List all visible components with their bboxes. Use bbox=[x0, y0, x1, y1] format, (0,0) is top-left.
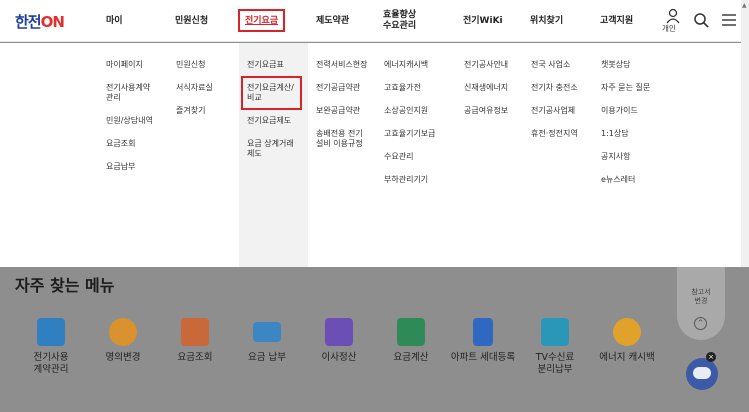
card-icon bbox=[253, 322, 281, 342]
quick-item-label: 요금 납부 bbox=[248, 352, 286, 363]
user-label[interactable]: 개인 bbox=[662, 23, 676, 34]
quick-item-label: 명의변경 bbox=[105, 352, 141, 363]
apartment-icon bbox=[473, 318, 493, 346]
menu-item[interactable]: 전국 사업소 bbox=[531, 60, 578, 70]
menu-item[interactable]: 요금조회 bbox=[106, 139, 153, 149]
quick-item-label: 에너지 캐시백 bbox=[599, 352, 655, 363]
nav-highlight-box bbox=[238, 9, 285, 32]
quick-item-label: 요금조회 bbox=[177, 352, 213, 363]
quick-item-tv-fee[interactable]: TV수신료 분리납부 bbox=[519, 318, 591, 376]
menu-item[interactable]: 민원/상담내역 bbox=[106, 116, 153, 126]
menu-column-support: 챗봇상담 자주 묻는 질문 이용가이드 1:1상담 공지사항 e뉴스레터 bbox=[601, 60, 650, 198]
menu-item[interactable]: 공급여유정보 bbox=[464, 106, 508, 116]
submenu-highlight-box bbox=[241, 76, 302, 110]
quick-item-name-change[interactable]: 명의변경 bbox=[87, 318, 159, 364]
menu-item[interactable]: 공지사항 bbox=[601, 152, 650, 162]
menu-item[interactable]: 챗봇상담 bbox=[601, 60, 650, 70]
menu-item[interactable]: 전기차 충전소 bbox=[531, 83, 578, 93]
menu-item[interactable]: 전기공사안내 bbox=[464, 60, 508, 70]
menu-item[interactable]: 전기공사업체 bbox=[531, 106, 578, 116]
quick-item-label: 요금계산 bbox=[393, 352, 429, 363]
contract-icon bbox=[37, 318, 65, 346]
menu-column-efficiency: 에너지캐시백 고효율가전 소상공인지원 고효율기기보급 수요관리 부하관리기기 bbox=[384, 60, 436, 198]
nav-wiki[interactable]: 전기WiKi bbox=[463, 0, 503, 42]
user-icon[interactable] bbox=[665, 8, 681, 24]
quick-item-label: 아파트 세대등록 bbox=[450, 352, 516, 363]
menu-item[interactable]: 전기요금제도 bbox=[247, 116, 294, 126]
bill-icon bbox=[181, 318, 209, 346]
menu-item[interactable]: 고효율가전 bbox=[384, 83, 436, 93]
nav-my[interactable]: 마이 bbox=[106, 0, 123, 42]
menu-item[interactable]: 송배전용 전기 설비 이용규정 bbox=[316, 129, 368, 149]
hamburger-menu-icon[interactable] bbox=[721, 12, 737, 28]
tv-icon bbox=[541, 318, 569, 346]
menu-column-civil: 민원신청 서식자료실 즐겨찾기 bbox=[176, 60, 213, 129]
calendar-icon bbox=[325, 318, 353, 346]
nav-location[interactable]: 위치찾기 bbox=[530, 0, 563, 42]
calculator-icon bbox=[397, 318, 425, 346]
menu-item[interactable]: 전력서비스현장 bbox=[316, 60, 368, 70]
menu-item[interactable]: 즐겨찾기 bbox=[176, 106, 213, 116]
energy-icon bbox=[613, 318, 641, 346]
menu-item[interactable]: 민원신청 bbox=[176, 60, 213, 70]
menu-item[interactable]: 마이페이지 bbox=[106, 60, 153, 70]
quick-item-bill-calc[interactable]: 요금계산 bbox=[375, 318, 447, 364]
menu-item[interactable]: 신재생에너지 bbox=[464, 83, 508, 93]
quick-item-move-settlement[interactable]: 이사정산 bbox=[303, 318, 375, 364]
menu-item[interactable]: 부하관리기기 bbox=[384, 175, 436, 185]
menu-item[interactable]: 이용가이드 bbox=[601, 106, 650, 116]
menu-item[interactable]: e뉴스레터 bbox=[601, 175, 650, 185]
menu-item[interactable]: 1:1상담 bbox=[601, 129, 650, 139]
menu-column-location: 전국 사업소 전기차 충전소 전기공사업체 휴전·정전지역 bbox=[531, 60, 578, 152]
nav-efficiency[interactable]: 효율향상 수요관리 bbox=[383, 0, 416, 42]
quick-item-energy-cashback[interactable]: 에너지 캐시백 bbox=[591, 318, 663, 364]
floating-label[interactable]: 참고서 변경 bbox=[677, 288, 725, 306]
menu-item[interactable]: 에너지캐시백 bbox=[384, 60, 436, 70]
menu-item[interactable]: 요금납부 bbox=[106, 162, 153, 172]
menu-column-my: 마이페이지 전기사용계약 관리 민원/상담내역 요금조회 요금납부 bbox=[106, 60, 153, 185]
quick-item-label: TV수신료 분리납부 bbox=[535, 352, 575, 375]
chatbot-close-button[interactable]: × bbox=[706, 352, 716, 362]
nav-terms[interactable]: 제도약관 bbox=[316, 0, 349, 42]
scroll-up-arrow-icon[interactable]: ▲ bbox=[742, 2, 747, 9]
menu-item[interactable]: 수요관리 bbox=[384, 152, 436, 162]
menu-item[interactable]: 전기사용계약 관리 bbox=[106, 83, 153, 103]
menu-column-terms: 전력서비스현장 전기공급약관 보완공급약관 송배전용 전기 설비 이용규정 bbox=[316, 60, 368, 162]
menu-item[interactable]: 휴전·정전지역 bbox=[531, 129, 578, 139]
quick-item-contract[interactable]: 전기사용 계약관리 bbox=[15, 318, 87, 376]
menu-item[interactable]: 고효율기기보급 bbox=[384, 129, 436, 139]
menu-item[interactable]: 소상공인지원 bbox=[384, 106, 436, 116]
scroll-top-button[interactable]: ^ bbox=[694, 317, 707, 330]
menu-item[interactable]: 전기공급약관 bbox=[316, 83, 368, 93]
quick-item-bill-payment[interactable]: 요금 납부 bbox=[231, 318, 303, 364]
site-logo[interactable]: 한전ON bbox=[15, 11, 65, 32]
menu-item[interactable]: 서식자료실 bbox=[176, 83, 213, 93]
menu-column-wiki: 전기공사안내 신재생에너지 공급여유정보 bbox=[464, 60, 508, 129]
menu-item[interactable]: 전기요금표 bbox=[247, 60, 294, 70]
quick-menu: 전기사용 계약관리 명의변경 요금조회 요금 납부 이사정산 요금계산 아파트 … bbox=[15, 318, 675, 388]
quick-item-label: 전기사용 계약관리 bbox=[33, 352, 69, 375]
scrollbar[interactable]: ▲ bbox=[741, 0, 749, 267]
menu-item[interactable]: 자주 묻는 질문 bbox=[601, 83, 650, 93]
person-change-icon bbox=[109, 318, 137, 346]
mega-menu: 마이페이지 전기사용계약 관리 민원/상담내역 요금조회 요금납부 민원신청 서… bbox=[0, 43, 749, 267]
quick-item-label: 이사정산 bbox=[321, 352, 357, 363]
menu-item[interactable]: 요금 상계거래 제도 bbox=[247, 139, 294, 159]
site-header: 한전ON 마이 민원신청 전기요금 제도약관 효율향상 수요관리 전기WiKi … bbox=[0, 0, 749, 42]
quick-item-bill-inquiry[interactable]: 요금조회 bbox=[159, 318, 231, 364]
search-icon[interactable] bbox=[693, 12, 709, 28]
quick-menu-title: 자주 찾는 메뉴 bbox=[15, 276, 115, 295]
chatbot-icon[interactable] bbox=[686, 358, 718, 390]
nav-civil-request[interactable]: 민원신청 bbox=[175, 0, 208, 42]
nav-customer-support[interactable]: 고객지원 bbox=[600, 0, 633, 42]
menu-item[interactable]: 보완공급약관 bbox=[316, 106, 368, 116]
quick-item-apartment[interactable]: 아파트 세대등록 bbox=[447, 318, 519, 364]
